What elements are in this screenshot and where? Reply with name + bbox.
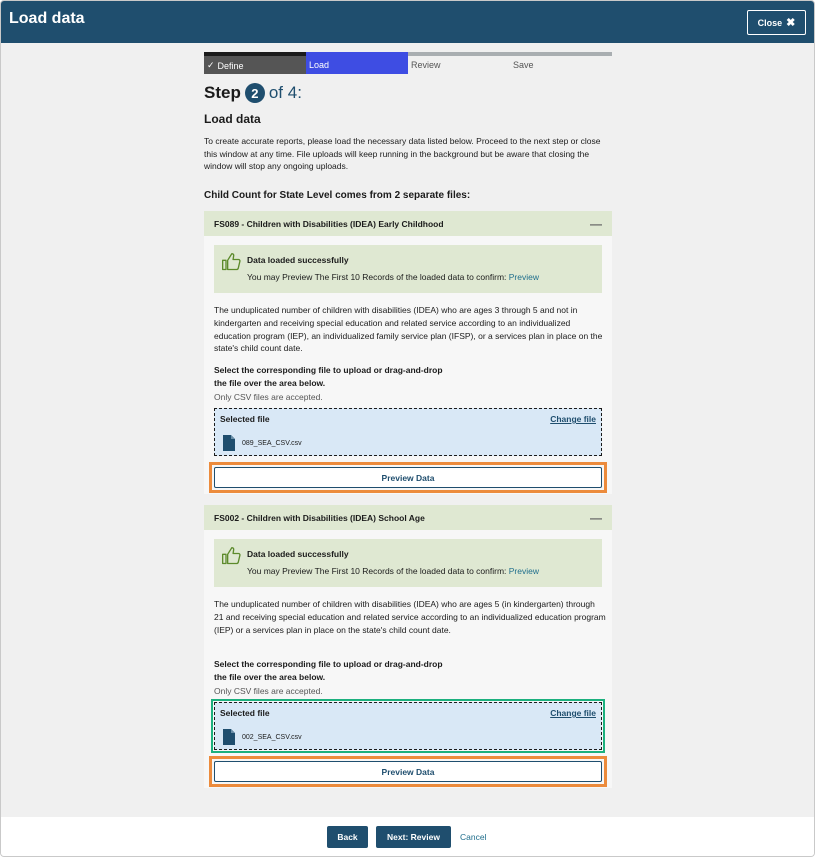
- success-text: You may Preview The First 10 Records of …: [247, 272, 539, 282]
- cancel-link[interactable]: Cancel: [460, 832, 486, 842]
- modal-header: Load data Close ✖: [1, 1, 814, 43]
- card-title: FS002 - Children with Disabilities (IDEA…: [214, 512, 425, 523]
- close-icon: ✖: [786, 17, 796, 29]
- step-number-badge: 2: [244, 83, 265, 103]
- card-header[interactable]: FS002 - Children with Disabilities (IDEA…: [204, 505, 612, 530]
- csv-only-note: Only CSV files are accepted.: [214, 392, 323, 402]
- preview-data-button[interactable]: Preview Data: [214, 467, 602, 488]
- progress-stepper: ✓ Define Load Review Save: [204, 52, 612, 74]
- change-file-link[interactable]: Change file: [550, 414, 596, 424]
- success-message: You may Preview The First 10 Records of …: [247, 272, 507, 282]
- success-alert: Data loaded successfully You may Preview…: [214, 245, 602, 293]
- file-card-fs089: FS089 - Children with Disabilities (IDEA…: [204, 211, 612, 494]
- success-title: Data loaded successfully: [247, 549, 349, 559]
- preview-link[interactable]: Preview: [509, 272, 539, 282]
- file-description: The unduplicated number of children with…: [214, 305, 603, 354]
- success-alert: Data loaded successfully You may Preview…: [214, 539, 602, 587]
- step-label: Save: [513, 60, 534, 70]
- step-heading: Step 2 of 4:: [204, 83, 302, 103]
- step-define: ✓ Define: [204, 52, 306, 74]
- close-label: Close: [757, 17, 783, 28]
- selected-file-item: 002_SEA_CSV.csv: [223, 729, 302, 745]
- selected-file-label: Selected file: [220, 708, 270, 718]
- thumbs-up-icon: [222, 547, 241, 565]
- step-word: Step: [204, 83, 241, 102]
- file-name: 002_SEA_CSV.csv: [242, 733, 302, 741]
- section-title: Load data: [204, 112, 261, 126]
- step-save: Save: [510, 52, 612, 74]
- success-message: You may Preview The First 10 Records of …: [247, 566, 507, 576]
- child-count-title: Child Count for State Level comes from 2…: [204, 190, 471, 201]
- preview-button-highlight: Preview Data: [209, 756, 607, 787]
- file-card-fs002: FS002 - Children with Disabilities (IDEA…: [204, 505, 612, 788]
- back-button[interactable]: Back: [327, 826, 368, 848]
- intro-text: To create accurate reports, please load …: [204, 136, 601, 171]
- file-name: 089_SEA_CSV.csv: [242, 439, 302, 447]
- file-dropzone[interactable]: Selected file Change file 002_SEA_CSV.cs…: [214, 702, 602, 750]
- preview-link[interactable]: Preview: [509, 566, 539, 576]
- success-text: You may Preview The First 10 Records of …: [247, 566, 539, 576]
- step-load: Load: [306, 52, 408, 74]
- modal-title: Load data: [9, 10, 85, 27]
- success-title: Data loaded successfully: [247, 255, 349, 265]
- file-dropzone[interactable]: Selected file Change file 089_SEA_CSV.cs…: [214, 408, 602, 456]
- step-review: Review: [408, 52, 510, 74]
- file-description: The unduplicated number of children with…: [214, 599, 606, 635]
- selected-file-item: 089_SEA_CSV.csv: [223, 435, 302, 451]
- close-button[interactable]: Close ✖: [747, 10, 806, 35]
- load-data-modal: Load data Close ✖ ✓ Define Load Review Sa…: [0, 0, 815, 857]
- select-file-label: Select the corresponding file to upload …: [214, 659, 443, 682]
- next-review-button[interactable]: Next: Review: [376, 826, 451, 848]
- thumbs-up-icon: [222, 253, 241, 271]
- step-label: Review: [411, 60, 441, 70]
- select-file-label: Select the corresponding file to upload …: [214, 365, 443, 388]
- selected-file-label: Selected file: [220, 414, 270, 424]
- file-icon: [223, 729, 235, 745]
- card-header[interactable]: FS089 - Children with Disabilities (IDEA…: [204, 211, 612, 236]
- step-label: Load: [309, 60, 330, 70]
- card-title: FS089 - Children with Disabilities (IDEA…: [214, 218, 444, 229]
- collapse-icon[interactable]: —: [590, 511, 602, 525]
- modal-footer: Back Next: Review Cancel: [1, 817, 814, 856]
- preview-button-highlight: Preview Data: [209, 462, 607, 493]
- file-icon: [223, 435, 235, 451]
- step-total: of 4:: [268, 83, 302, 102]
- step-label: Define: [217, 60, 244, 71]
- change-file-link[interactable]: Change file: [550, 708, 596, 718]
- csv-only-note: Only CSV files are accepted.: [214, 686, 323, 696]
- collapse-icon[interactable]: —: [590, 217, 602, 231]
- check-icon: ✓: [207, 60, 215, 70]
- preview-data-button[interactable]: Preview Data: [214, 761, 602, 782]
